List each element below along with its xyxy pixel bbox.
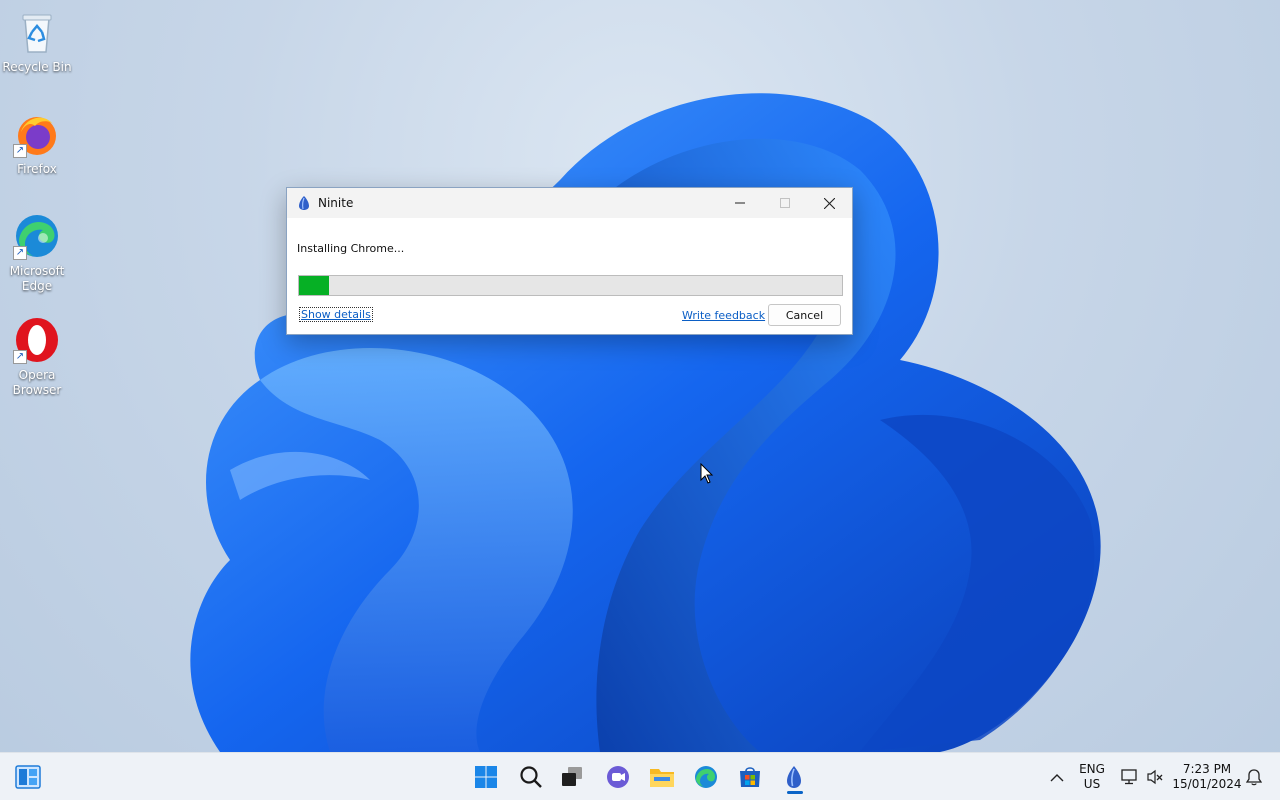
- desktop-icon-microsoft-edge[interactable]: ↗ Microsoft Edge: [2, 212, 72, 294]
- widgets-button[interactable]: [8, 759, 48, 795]
- ninite-dialog: Ninite Installing Chrome... Show details…: [286, 187, 853, 335]
- desktop-icon-label: Firefox: [17, 162, 57, 176]
- clock-date: 15/01/2024: [1172, 777, 1242, 791]
- recycle-bin-icon: [13, 8, 61, 56]
- mouse-cursor-icon: [700, 462, 714, 489]
- dialog-title: Ninite: [318, 196, 354, 210]
- install-status-text: Installing Chrome...: [297, 242, 405, 255]
- edge-icon: ↗: [13, 212, 61, 260]
- language-code: ENG: [1079, 762, 1105, 776]
- notifications-button[interactable]: [1242, 759, 1266, 795]
- start-button[interactable]: [466, 759, 506, 795]
- shortcut-arrow-icon: ↗: [13, 350, 27, 364]
- volume-button[interactable]: [1142, 759, 1168, 795]
- edge-taskbar-button[interactable]: [686, 759, 726, 795]
- start-icon: [475, 766, 497, 788]
- notification-bell-icon: [1246, 769, 1262, 786]
- progress-fill: [299, 276, 329, 295]
- network-button[interactable]: [1116, 759, 1142, 795]
- show-hidden-icons-button[interactable]: [1038, 759, 1076, 795]
- desktop-icon-recycle-bin[interactable]: Recycle Bin: [2, 8, 72, 75]
- opera-icon: ↗: [13, 316, 61, 364]
- show-details-link[interactable]: Show details: [299, 307, 373, 322]
- chevron-up-icon: [1050, 773, 1064, 781]
- task-view-button[interactable]: [552, 759, 592, 795]
- desktop-icon-label: Opera Browser: [12, 368, 62, 397]
- search-button[interactable]: [511, 759, 551, 795]
- chat-icon: [607, 766, 629, 788]
- write-feedback-link[interactable]: Write feedback: [682, 309, 765, 322]
- maximize-button: [762, 188, 807, 218]
- close-icon: [824, 197, 835, 209]
- network-icon: [1121, 769, 1137, 785]
- volume-muted-icon: [1147, 769, 1163, 785]
- clock[interactable]: 7:23 PM 15/01/2024: [1172, 762, 1242, 792]
- chat-button[interactable]: [598, 759, 638, 795]
- edge-icon: [695, 766, 717, 788]
- ninite-icon: [296, 195, 312, 211]
- shortcut-arrow-icon: ↗: [13, 246, 27, 260]
- close-button[interactable]: [807, 188, 852, 218]
- store-button[interactable]: [730, 759, 770, 795]
- dialog-titlebar[interactable]: Ninite: [287, 188, 852, 218]
- desktop-icon-opera[interactable]: ↗ Opera Browser: [2, 316, 72, 398]
- install-progress-bar: [298, 275, 843, 296]
- language-indicator[interactable]: ENG US: [1076, 762, 1108, 792]
- ninite-taskbar-button[interactable]: [774, 759, 814, 795]
- desktop-icon-label: Recycle Bin: [2, 60, 72, 74]
- widgets-icon: [15, 765, 41, 789]
- file-explorer-button[interactable]: [642, 759, 682, 795]
- minimize-button[interactable]: [717, 188, 762, 218]
- taskbar: ENG US 7:23 PM 15/01/2024: [0, 752, 1280, 800]
- minimize-icon: [734, 202, 745, 204]
- keyboard-region: US: [1083, 777, 1101, 791]
- file-explorer-icon: [650, 769, 674, 787]
- ninite-icon: [787, 766, 801, 788]
- shortcut-arrow-icon: ↗: [13, 144, 27, 158]
- desktop-icon-firefox[interactable]: ↗ Firefox: [2, 110, 72, 177]
- desktop-icon-label: Microsoft Edge: [9, 264, 65, 293]
- task-view-icon: [562, 767, 582, 786]
- search-icon: [520, 766, 542, 788]
- store-icon: [740, 767, 760, 787]
- clock-time: 7:23 PM: [1182, 762, 1232, 776]
- desktop-wallpaper: [0, 0, 1280, 752]
- firefox-icon: ↗: [13, 110, 61, 158]
- cancel-button[interactable]: Cancel: [768, 304, 841, 326]
- maximize-icon: [779, 198, 790, 208]
